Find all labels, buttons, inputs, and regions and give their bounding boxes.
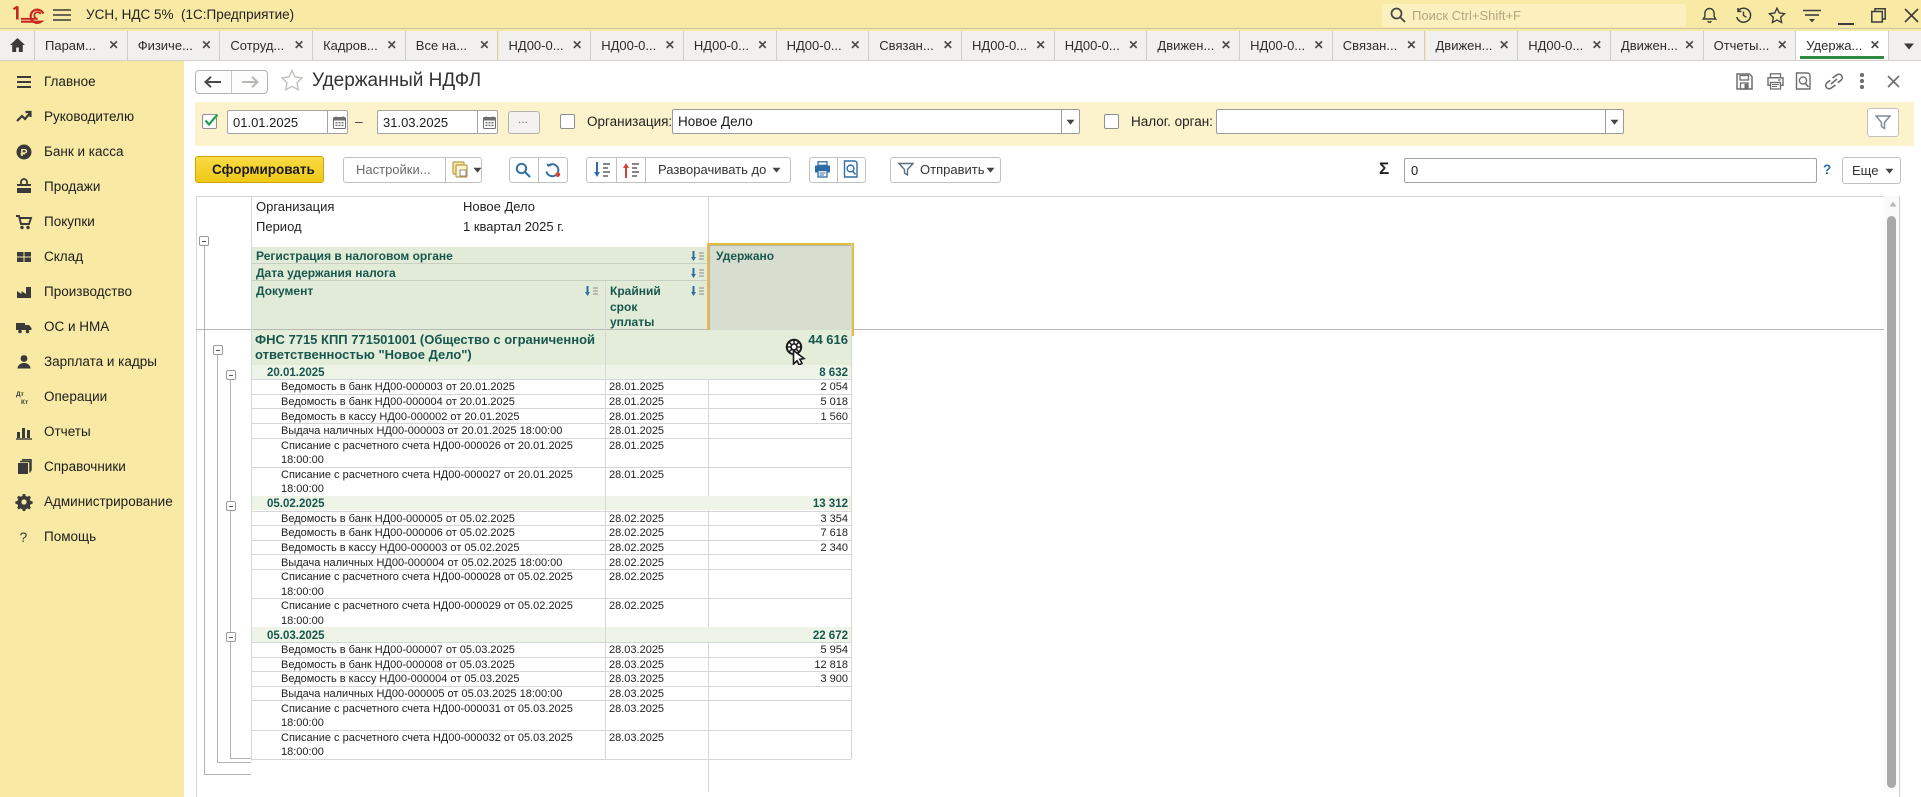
svg-text:Дт: Дт [16, 391, 24, 398]
svg-text:Кт: Кт [21, 399, 28, 406]
svg-text:?: ? [20, 529, 28, 545]
svg-text:P: P [21, 147, 28, 159]
